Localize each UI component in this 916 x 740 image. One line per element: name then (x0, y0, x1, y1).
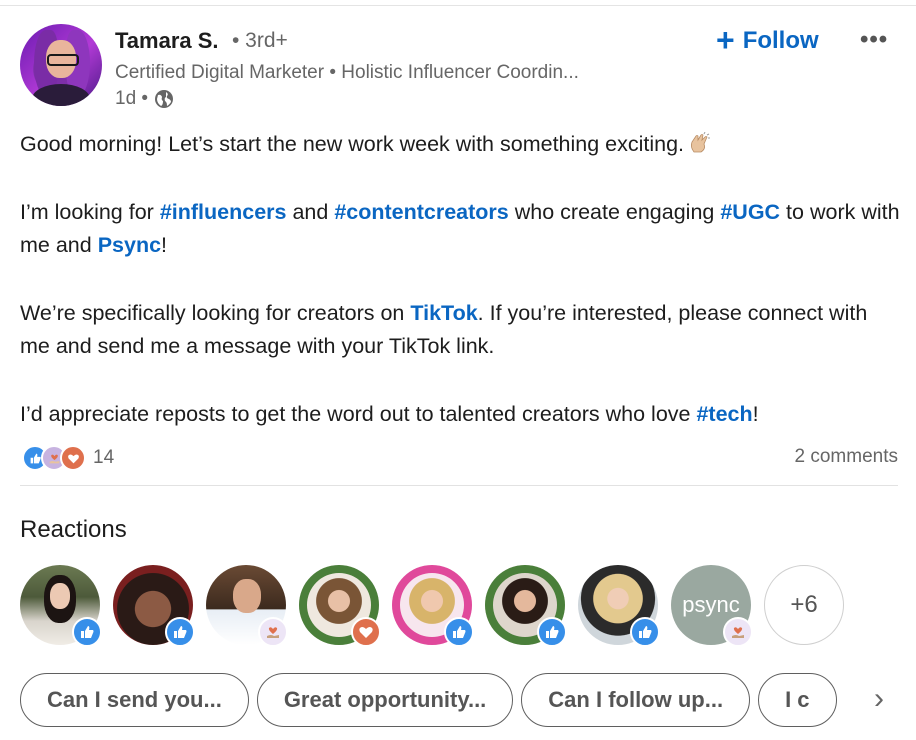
paragraph-text: I’d appreciate reposts to get the word o… (20, 402, 697, 426)
comments-count-link[interactable]: 2 comments (795, 446, 898, 468)
author-avatar[interactable] (20, 24, 102, 106)
hashtag-tech[interactable]: #tech (696, 402, 752, 426)
reactions-heading: Reactions (20, 516, 127, 543)
like-badge-icon (444, 617, 474, 647)
reactor-avatar[interactable] (113, 565, 195, 647)
mention-psync[interactable]: Psync (98, 233, 161, 257)
love-reaction-icon (60, 445, 86, 471)
clapping-hands-icon (690, 132, 711, 153)
hashtag-influencers[interactable]: #influencers (160, 200, 287, 224)
paragraph-text: Good morning! Let’s start the new work w… (20, 132, 685, 156)
connection-degree: • 3rd+ (232, 29, 288, 52)
like-badge-icon (165, 617, 195, 647)
reactor-avatars: psync +6 (20, 565, 844, 647)
reactor-avatar[interactable] (20, 565, 102, 647)
follow-button[interactable]: + Follow (716, 24, 819, 58)
reactor-avatar[interactable] (206, 565, 288, 647)
paragraph-text: We’re specifically looking for creators … (20, 301, 411, 325)
follow-label: Follow (742, 27, 819, 54)
top-divider (0, 5, 916, 6)
paragraph-text: ! (161, 233, 168, 257)
post-paragraph-2: I’m looking for #influencers and #conten… (20, 196, 900, 262)
more-options-icon[interactable]: ••• (860, 26, 888, 54)
author-headline: Certified Digital Marketer • Holistic In… (115, 62, 579, 83)
like-badge-icon (537, 617, 567, 647)
reactor-avatar[interactable] (485, 565, 567, 647)
paragraph-text: and (286, 200, 335, 224)
globe-icon (155, 90, 174, 108)
reply-chip[interactable]: I c (758, 673, 837, 727)
reply-chip[interactable]: Can I follow up... (521, 673, 751, 727)
reactor-avatar[interactable] (578, 565, 660, 647)
reactor-avatar[interactable] (392, 565, 474, 647)
post-body: Good morning! Let’s start the new work w… (20, 128, 900, 466)
reply-chip[interactable]: Can I send you... (20, 673, 249, 727)
post-paragraph-3: We’re specifically looking for creators … (20, 297, 900, 363)
paragraph-text: ! (752, 402, 759, 426)
love-badge-icon (351, 617, 381, 647)
plus-icon: + (716, 21, 735, 58)
section-divider (20, 485, 898, 486)
paragraph-text: who create engaging (508, 200, 721, 224)
hashtag-contentcreators[interactable]: #contentcreators (334, 200, 508, 224)
paragraph-text: I’m looking for (20, 200, 160, 224)
reactions-summary[interactable]: 14 (22, 445, 114, 471)
reply-chip[interactable]: Great opportunity... (256, 673, 514, 727)
hashtag-ugc[interactable]: #UGC (720, 200, 780, 224)
post-meta: 1d • (115, 88, 174, 110)
post-paragraph-1: Good morning! Let’s start the new work w… (20, 128, 900, 161)
reaction-count: 14 (93, 447, 115, 468)
suggested-replies: Can I send you... Great opportunity... C… (20, 673, 850, 729)
support-badge-icon (723, 617, 753, 647)
reactor-avatar-psync[interactable]: psync (671, 565, 753, 647)
post-paragraph-4: I’d appreciate reposts to get the word o… (20, 398, 900, 431)
more-reactors-button[interactable]: +6 (764, 565, 844, 645)
author-name[interactable]: Tamara S. (115, 28, 219, 54)
reactor-avatar[interactable] (299, 565, 381, 647)
like-badge-icon (72, 617, 102, 647)
chevron-right-icon[interactable]: › (874, 682, 884, 716)
post-time: 1d • (115, 88, 149, 109)
mention-tiktok[interactable]: TikTok (410, 301, 477, 325)
like-badge-icon (630, 617, 660, 647)
support-badge-icon (258, 617, 288, 647)
